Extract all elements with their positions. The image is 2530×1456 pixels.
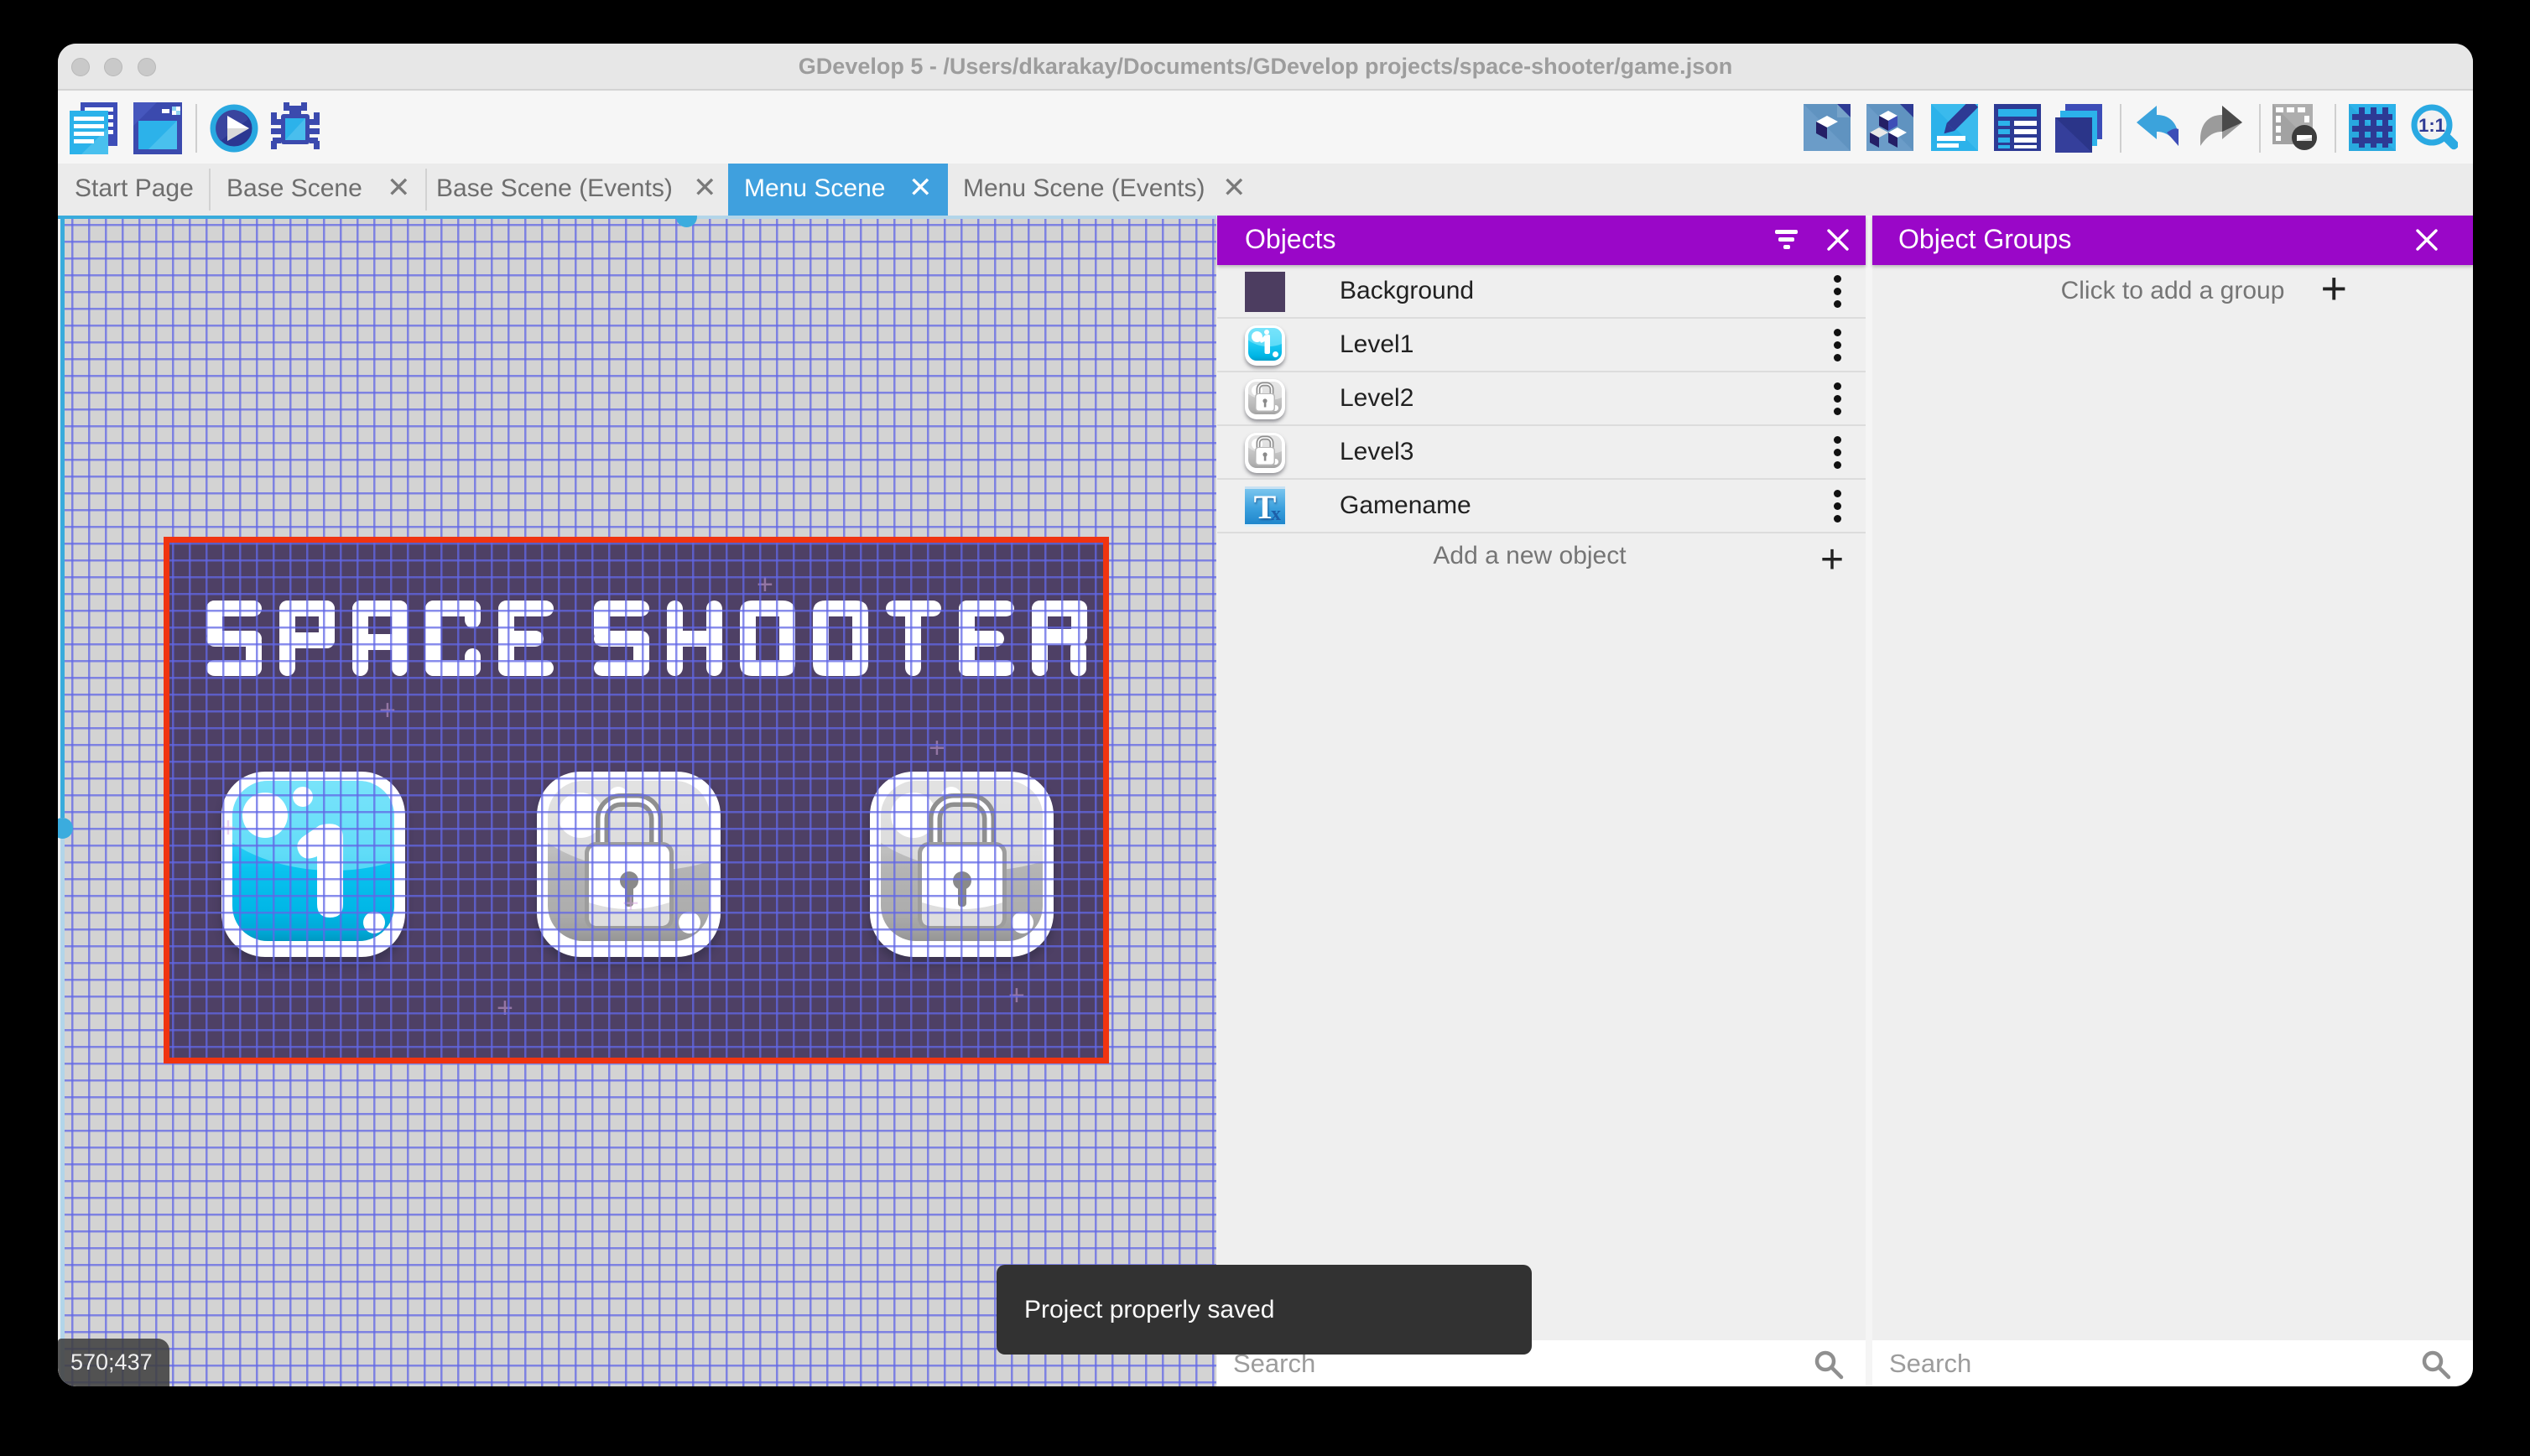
- svg-text:1:1: 1:1: [2418, 115, 2445, 136]
